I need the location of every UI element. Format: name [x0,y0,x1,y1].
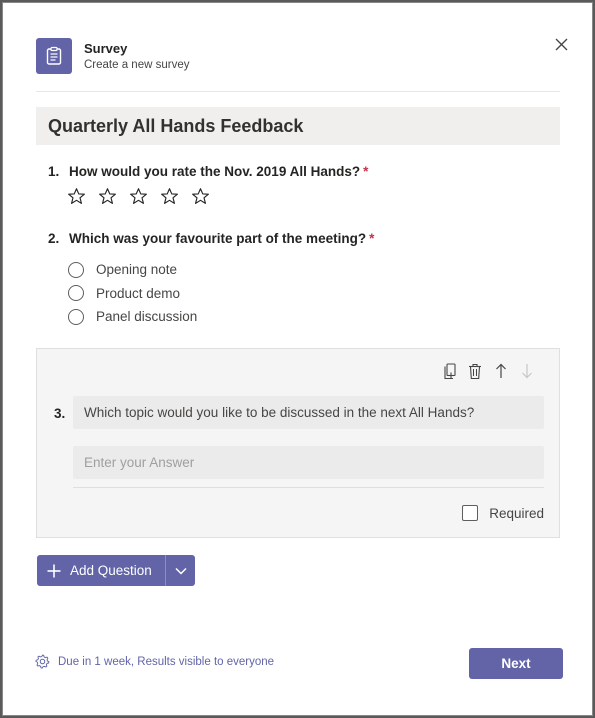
close-button[interactable] [550,33,572,55]
header-divider [36,91,560,92]
required-asterisk: * [369,231,375,246]
question-toolbar [441,362,535,380]
choice-option[interactable]: Product demo [68,282,197,306]
star-icon[interactable] [67,187,86,206]
choice-option[interactable]: Opening note [68,258,197,282]
question-1-label: 1. How would you rate the Nov. 2019 All … [48,164,368,179]
app-subtitle: Create a new survey [84,59,190,71]
question-1-number: 1. [48,164,60,179]
radio-button[interactable] [68,261,84,278]
settings-summary: Due in 1 week, Results visible to everyo… [58,655,275,668]
trash-icon [469,363,481,379]
option-label: Opening note [96,262,178,278]
next-button[interactable]: Next [469,648,563,679]
star-icon[interactable] [129,187,148,206]
duplicate-question-button[interactable] [441,362,457,380]
radio-button[interactable] [68,285,84,302]
star-icon[interactable] [191,187,210,206]
choice-option[interactable]: Panel discussion [68,305,197,329]
question-2-text: Which was your favourite part of the mee… [69,231,367,246]
arrow-down-icon [522,364,532,379]
clipboard-icon [46,46,62,65]
answer-underline [73,487,544,488]
add-question-button[interactable]: Add Question [37,555,165,586]
star-icon[interactable] [160,187,179,206]
option-label: Panel discussion [96,309,198,325]
duplicate-icon [443,362,456,379]
delete-question-button[interactable] [467,362,483,380]
question-2-label: 2. Which was your favourite part of the … [48,231,374,246]
required-checkbox[interactable] [462,505,479,521]
survey-settings-link[interactable]: Due in 1 week, Results visible to everyo… [35,654,274,669]
add-question-dropdown[interactable] [166,555,195,586]
add-question-label: Add Question [70,563,152,578]
chevron-down-icon [174,567,187,575]
question-3-text-input[interactable]: Which topic would you like to be discuss… [73,396,544,429]
question-3-edit-card: 3. Which topic would you like to be disc… [36,348,560,538]
required-toggle[interactable]: Required [462,505,544,521]
answer-input[interactable] [73,446,544,479]
radio-button[interactable] [68,308,84,325]
arrow-up-icon [496,363,506,378]
close-icon [555,38,567,50]
plus-icon [47,564,61,577]
survey-dialog: Survey Create a new survey Quarterly All… [2,2,593,716]
star-icon[interactable] [98,187,117,206]
add-question-split-button: Add Question [37,555,195,586]
choice-options: Opening note Product demo Panel discussi… [68,258,197,329]
question-3-text: Which topic would you like to be discuss… [84,405,475,420]
gear-icon [35,654,50,669]
question-2-number: 2. [48,231,60,246]
rating-stars [67,187,210,206]
survey-title: Quarterly All Hands Feedback [48,115,304,136]
question-3-number: 3. [54,406,66,421]
required-asterisk: * [363,164,369,179]
question-1-text: How would you rate the Nov. 2019 All Han… [69,164,361,179]
move-down-button[interactable] [519,362,535,380]
survey-app-icon [36,38,72,74]
survey-title-field[interactable]: Quarterly All Hands Feedback [36,107,560,145]
option-label: Product demo [96,285,181,301]
app-title: Survey [84,41,128,56]
required-label: Required [489,505,544,521]
move-up-button[interactable] [493,362,509,380]
